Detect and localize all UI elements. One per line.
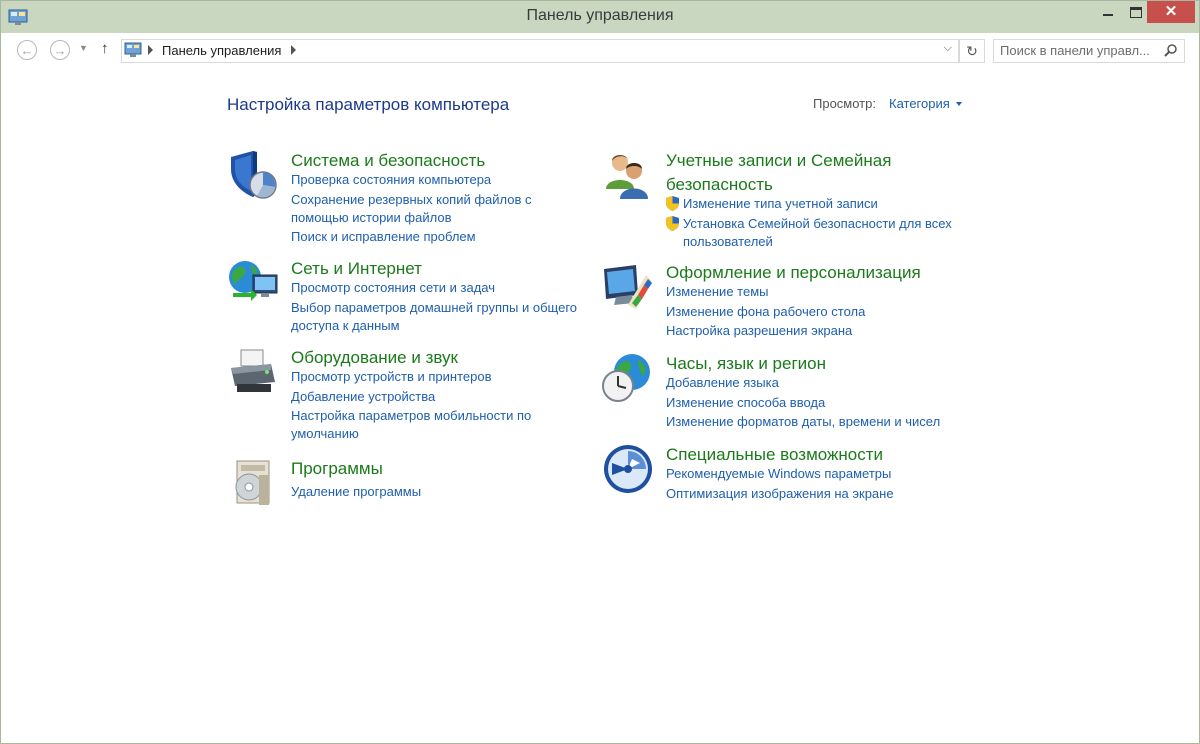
category-links: Добавление языка Изменение способа ввода… — [666, 374, 966, 433]
uac-shield-icon — [666, 196, 679, 211]
category-programs: Программы Удаление программы — [227, 457, 557, 507]
category-link[interactable]: Выбор параметров домашней группы и общег… — [291, 299, 591, 335]
network-globe-icon[interactable] — [227, 257, 279, 309]
category-accessibility: Специальные возможности Рекомендуемые Wi… — [602, 443, 932, 503]
control-panel-icon — [124, 42, 142, 57]
category-link[interactable]: Установка Семейной безопасности для всех… — [666, 215, 966, 251]
category-link[interactable]: Рекомендуемые Windows параметры — [666, 465, 966, 483]
category-user-accounts: Учетные записи и Семейная безопасность И… — [602, 149, 952, 249]
monitor-palette-icon[interactable] — [602, 261, 654, 313]
navigation-bar: ← → ▼ ↑ Панель управления ⌵ ↻ — [1, 33, 1199, 67]
category-links: Проверка состояния компьютера Сохранение… — [291, 171, 591, 248]
category-title[interactable]: Программы — [291, 457, 561, 481]
category-link[interactable]: Изменение способа ввода — [666, 394, 966, 412]
category-link[interactable]: Изменение типа учетной записи — [666, 195, 966, 213]
category-network-internet: Сеть и Интернет Просмотр состояния сети … — [227, 257, 577, 337]
category-link[interactable]: Проверка состояния компьютера — [291, 171, 591, 189]
title-bar[interactable]: Панель управления ✕ — [1, 1, 1199, 33]
shield-icon[interactable] — [227, 149, 279, 201]
main-content: Настройка параметров компьютера Просмотр… — [1, 67, 1199, 743]
category-link[interactable]: Просмотр состояния сети и задач — [291, 279, 591, 297]
window-title: Панель управления — [526, 7, 674, 24]
category-link[interactable]: Добавление языка — [666, 374, 966, 392]
category-links: Изменение темы Изменение фона рабочего с… — [666, 283, 966, 342]
category-hardware-sound: Оборудование и звук Просмотр устройств и… — [227, 346, 557, 441]
breadcrumb-separator-icon[interactable] — [291, 45, 296, 55]
category-links: Изменение типа учетной записи Установка … — [666, 195, 966, 252]
forward-button[interactable]: → — [50, 40, 70, 60]
category-clock-region: Часы, язык и регион Добавление языка Изм… — [602, 352, 940, 432]
category-link-text: Установка Семейной безопасности для всех… — [683, 215, 952, 249]
page-title: Настройка параметров компьютера — [227, 95, 510, 114]
category-link[interactable]: Настройка разрешения экрана — [666, 322, 966, 340]
category-title[interactable]: Оборудование и звук — [291, 346, 561, 370]
search-icon[interactable] — [1164, 43, 1178, 57]
category-title[interactable]: Специальные возможности — [666, 443, 936, 467]
accessibility-icon[interactable] — [602, 443, 654, 495]
category-appearance: Оформление и персонализация Изменение те… — [602, 261, 932, 341]
category-link[interactable]: Удаление программы — [291, 483, 591, 501]
view-by-label: Просмотр: — [813, 96, 876, 111]
breadcrumb-separator-icon[interactable] — [148, 45, 153, 55]
uac-shield-icon — [666, 215, 679, 231]
category-link[interactable]: Изменение фона рабочего стола — [666, 303, 966, 321]
printer-icon[interactable] — [227, 346, 279, 398]
programs-icon[interactable] — [227, 457, 279, 509]
category-system-security: Система и безопасность Проверка состояни… — [227, 149, 557, 249]
address-bar[interactable]: Панель управления ⌵ — [121, 39, 959, 63]
category-links: Рекомендуемые Windows параметры Оптимиза… — [666, 465, 966, 504]
category-link[interactable]: Настройка параметров мобильности по умол… — [291, 407, 591, 443]
close-icon: ✕ — [1164, 3, 1178, 20]
category-title[interactable]: Система и безопасность — [291, 149, 561, 173]
category-link[interactable]: Изменение форматов даты, времени и чисел — [666, 413, 966, 431]
minimize-button[interactable] — [1093, 1, 1123, 23]
category-link[interactable]: Сохранение резервных копий файлов с помо… — [291, 191, 591, 227]
category-links: Удаление программы — [291, 483, 591, 503]
category-links: Просмотр состояния сети и задач Выбор па… — [291, 279, 591, 336]
category-link[interactable]: Добавление устройства — [291, 388, 591, 406]
category-link[interactable]: Просмотр устройств и принтеров — [291, 368, 591, 386]
category-link[interactable]: Изменение темы — [666, 283, 966, 301]
close-button[interactable]: ✕ — [1147, 1, 1195, 23]
back-button[interactable]: ← — [17, 40, 37, 60]
users-icon[interactable] — [602, 149, 654, 201]
breadcrumb[interactable]: Панель управления — [162, 43, 281, 58]
view-by-dropdown[interactable]: Категория — [889, 96, 950, 111]
search-input[interactable] — [1000, 42, 1160, 58]
category-link[interactable]: Оптимизация изображения на экране — [666, 485, 966, 503]
category-title[interactable]: Учетные записи и Семейная безопасность — [666, 149, 936, 197]
up-arrow-icon[interactable]: ↑ — [101, 40, 109, 57]
chevron-down-icon[interactable]: ⌵ — [944, 42, 952, 55]
dropdown-caret-icon[interactable] — [956, 102, 962, 106]
category-links: Просмотр устройств и принтеров Добавлени… — [291, 368, 591, 445]
refresh-button[interactable]: ↻ — [959, 39, 985, 63]
clock-globe-icon[interactable] — [602, 352, 654, 404]
category-link-text: Изменение типа учетной записи — [683, 196, 878, 211]
search-box[interactable] — [993, 39, 1185, 63]
category-title[interactable]: Сеть и Интернет — [291, 257, 561, 281]
recent-locations-chevron-icon[interactable]: ▼ — [79, 43, 88, 53]
category-title[interactable]: Оформление и персонализация — [666, 261, 936, 285]
category-title[interactable]: Часы, язык и регион — [666, 352, 936, 376]
category-link[interactable]: Поиск и исправление проблем — [291, 228, 591, 246]
control-panel-window: Панель управления ✕ ← → ▼ ↑ Панель управ… — [0, 0, 1200, 744]
